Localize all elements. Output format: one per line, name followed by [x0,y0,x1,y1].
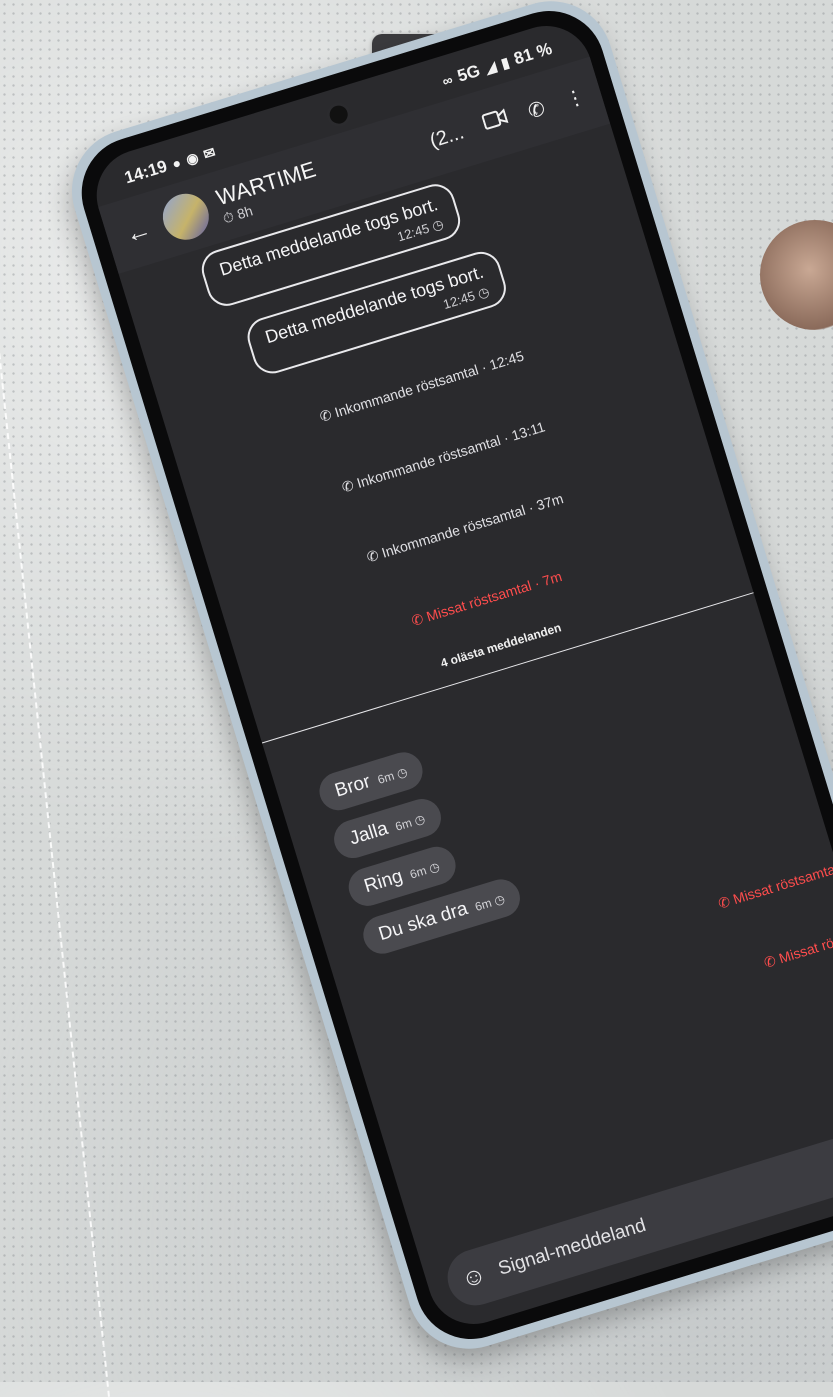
message-time: 6m ◷ [473,891,507,914]
more-menu-icon[interactable]: ⋮ [562,83,588,113]
phone-icon: ✆ [761,952,778,971]
notification-icon: ● [170,154,183,173]
phone-icon: ✆ [339,476,356,496]
call-event[interactable]: ✆ Inkommande röstsamtal · 37m [217,445,714,612]
status-time: 14:19 [122,156,170,188]
phone-icon[interactable]: ✆ [525,95,548,124]
timer-value: 8h [235,202,255,223]
mail-icon: ✉ [201,143,218,162]
missed-call-event[interactable]: ✆ Missat röstsa [364,927,833,1094]
message-text: Ring [361,865,406,898]
message-time: 6m ◷ [393,811,427,834]
app-notification-icon: ◉ [183,148,201,168]
message-text: Du ska dra [376,898,471,946]
phone-icon: ✆ [317,406,334,425]
group-count[interactable]: (2... [427,121,467,153]
message-text: Bror [332,771,373,802]
message-text: Jalla [347,817,391,850]
message-time: 6m ◷ [408,859,442,882]
timer-icon: ⏱ [220,207,236,227]
video-call-icon[interactable] [481,106,512,138]
phone-icon: ✆ [409,610,426,630]
signal-icon: ◢ [482,57,498,76]
call-event[interactable]: ✆ Inkommande röstsamtal · 13:11 [195,374,692,541]
link-icon: ∞ [440,71,455,90]
battery-percent: 81 % [511,38,555,69]
back-button[interactable]: ← [119,212,157,250]
back-arrow-icon: ← [121,212,155,250]
message-time: 6m ◷ [375,764,410,787]
network-label: 5G [455,60,483,86]
emoji-icon[interactable]: ☺ [458,1261,490,1295]
battery-icon: ▮ [498,53,512,71]
phone-icon: ✆ [364,546,381,566]
phone-icon: ✆ [716,892,733,912]
avatar[interactable] [157,188,215,246]
